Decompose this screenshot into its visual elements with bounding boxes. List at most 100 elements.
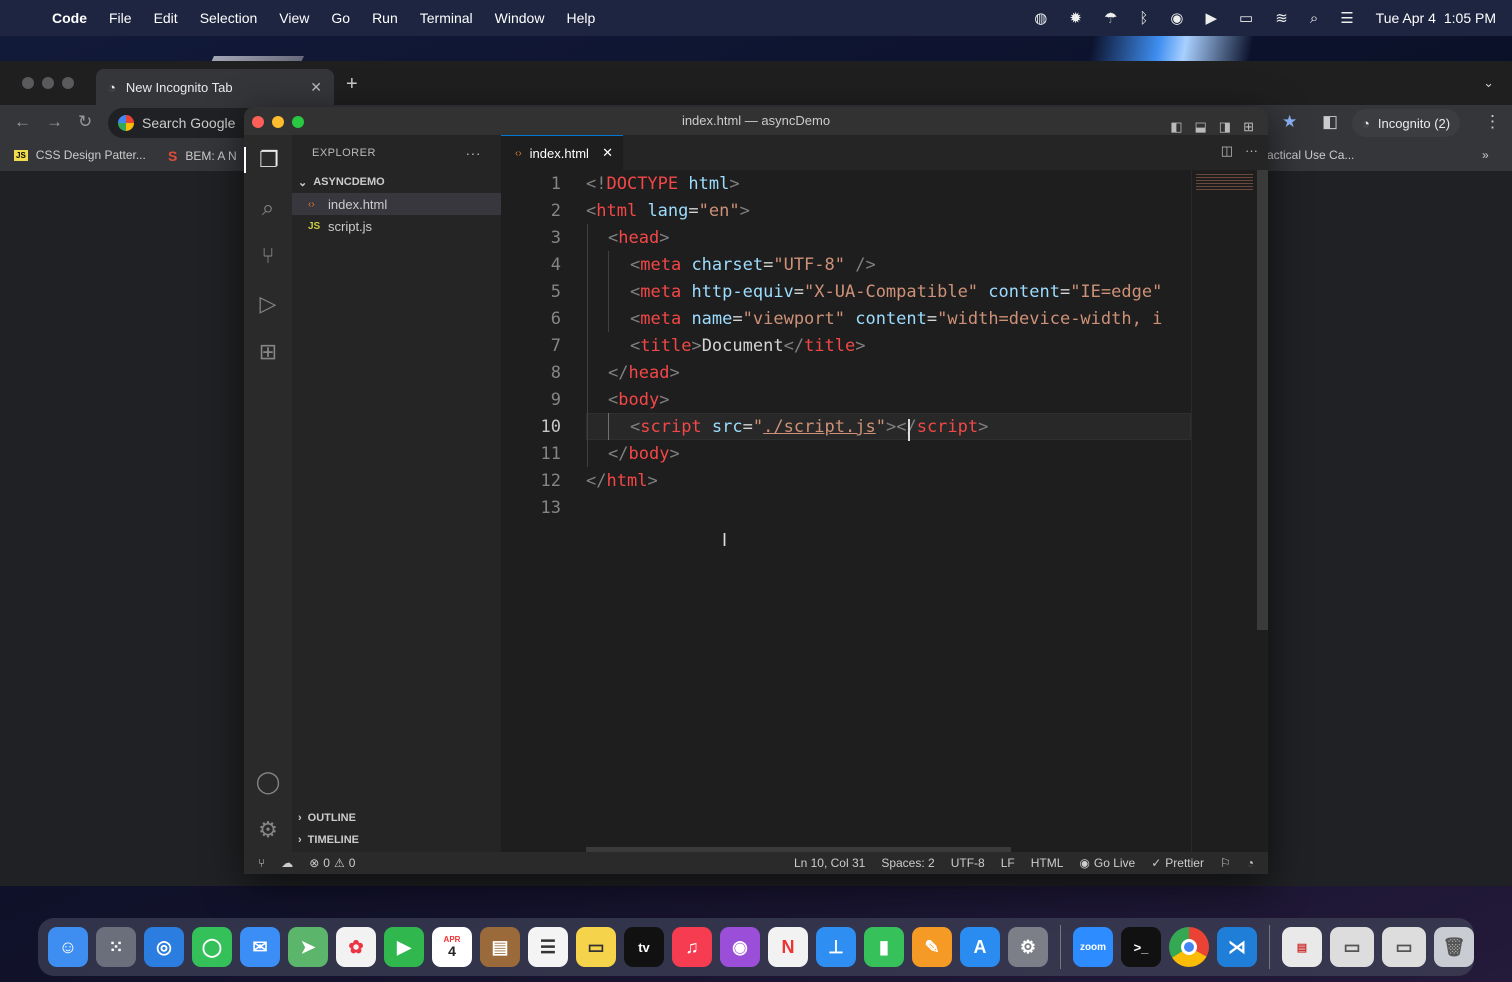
pages-icon[interactable]: ✎ <box>912 927 952 967</box>
mail-icon[interactable]: ✉ <box>240 927 280 967</box>
reload-icon[interactable]: ↻ <box>78 112 92 132</box>
editor-tab-index-html[interactable]: ‹› index.html ✕ <box>501 135 623 170</box>
menubar-date[interactable]: Tue Apr 4 <box>1376 10 1436 26</box>
chrome-app-icon[interactable] <box>1169 927 1209 967</box>
menu-selection[interactable]: Selection <box>200 10 258 26</box>
menu-window[interactable]: Window <box>495 10 545 26</box>
feedback-icon[interactable]: ⚐ <box>1220 856 1231 870</box>
minimap[interactable] <box>1191 170 1257 852</box>
screenshot-file-icon[interactable]: ▭ <box>1330 927 1374 967</box>
chrome-menu-icon[interactable]: ⋮ <box>1484 112 1501 132</box>
notes-icon[interactable]: ▭ <box>576 927 616 967</box>
bluetooth-icon[interactable]: ᛒ <box>1139 10 1148 27</box>
back-icon[interactable]: ← <box>14 112 31 132</box>
end-of-line[interactable]: LF <box>1001 856 1015 870</box>
folder-asyncdemo[interactable]: ⌄ ASYNCDEMO <box>292 171 501 193</box>
indentation[interactable]: Spaces: 2 <box>881 856 934 870</box>
vscode-close-button[interactable] <box>252 116 264 128</box>
explorer-icon[interactable]: ❐ <box>244 147 292 173</box>
bookmark-star-icon[interactable]: ★ <box>1282 112 1297 132</box>
vscode-app-icon[interactable]: ⋊ <box>1217 927 1257 967</box>
editor-more-icon[interactable]: ··· <box>1245 143 1258 159</box>
pdf-document-icon[interactable]: ▤ <box>1282 927 1322 967</box>
music-icon[interactable]: ♫ <box>672 927 712 967</box>
file-index-html[interactable]: ‹› index.html <box>292 193 501 215</box>
source-control-icon[interactable]: ⑂ <box>244 243 292 269</box>
notifications-bell-icon[interactable]: ◔ <box>1247 856 1254 870</box>
tab-close-icon[interactable]: ✕ <box>602 145 613 161</box>
menu-view[interactable]: View <box>279 10 309 26</box>
reminders-icon[interactable]: ☰ <box>528 927 568 967</box>
menu-help[interactable]: Help <box>566 10 595 26</box>
bookmarks-overflow-icon[interactable]: » <box>1482 148 1489 162</box>
incognito-profile-button[interactable]: ◔ Incognito (2) <box>1352 109 1461 137</box>
vertical-scrollbar[interactable] <box>1257 170 1268 630</box>
run-debug-icon[interactable]: ▷ <box>244 291 292 317</box>
prettier-button[interactable]: ✓ Prettier <box>1151 856 1204 870</box>
branch-icon[interactable]: ⑂ <box>258 856 265 870</box>
side-panel-icon[interactable]: ◧ <box>1322 112 1338 132</box>
system-settings-icon[interactable]: ⚙ <box>1008 927 1048 967</box>
tab-close-icon[interactable]: ✕ <box>310 79 322 96</box>
numbers-icon[interactable]: ▮ <box>864 927 904 967</box>
maps-icon[interactable]: ➤ <box>288 927 328 967</box>
vpn-icon[interactable]: ◍ <box>1034 9 1047 27</box>
trash-icon[interactable]: 🗑 <box>1434 927 1474 967</box>
outline-section[interactable]: › OUTLINE <box>292 807 501 829</box>
go-live-button[interactable]: ◉ Go Live <box>1079 856 1135 870</box>
podcasts-icon[interactable]: ◉ <box>720 927 760 967</box>
problems-indicator[interactable]: ⊗ 0 ⚠ 0 <box>309 856 355 870</box>
tab-search-chevron-icon[interactable]: ⌄ <box>1483 75 1494 91</box>
language-mode[interactable]: HTML <box>1031 856 1064 870</box>
menu-edit[interactable]: Edit <box>154 10 178 26</box>
menu-app-name[interactable]: Code <box>52 10 87 26</box>
apple-tv-icon[interactable]: tv <box>624 927 664 967</box>
play-icon[interactable]: ▶ <box>1206 9 1218 27</box>
bookmark-item[interactable]: S BEM: A N <box>168 148 237 164</box>
terminal-icon[interactable]: >_ <box>1121 927 1161 967</box>
wifi-icon[interactable]: ≋ <box>1275 9 1288 27</box>
extensions-icon[interactable]: ⊞ <box>244 339 292 365</box>
more-actions-icon[interactable]: ··· <box>466 145 482 161</box>
brightness-icon[interactable]: ✹ <box>1069 9 1082 27</box>
split-editor-icon[interactable]: ◫ <box>1221 143 1233 159</box>
calendar-icon[interactable]: APR 4 <box>432 927 472 967</box>
menubar-time[interactable]: 1:05 PM <box>1444 10 1496 26</box>
timeline-section[interactable]: › TIMELINE <box>292 829 501 851</box>
new-tab-button[interactable]: + <box>346 73 358 96</box>
control-center-icon[interactable]: ☰ <box>1340 9 1353 27</box>
search-icon[interactable]: ⌕ <box>244 195 292 221</box>
keynote-icon[interactable]: ⊥ <box>816 927 856 967</box>
umbrella-icon[interactable]: ☂ <box>1104 9 1117 27</box>
photos-icon[interactable]: ✿ <box>336 927 376 967</box>
bookmark-item[interactable]: actical Use Ca... <box>1267 148 1354 162</box>
cursor-position[interactable]: Ln 10, Col 31 <box>794 856 865 870</box>
launchpad-icon[interactable]: ⁙ <box>96 927 136 967</box>
forward-icon[interactable]: → <box>46 112 63 132</box>
menu-terminal[interactable]: Terminal <box>420 10 473 26</box>
bookmark-item[interactable]: JS CSS Design Patter... <box>14 148 146 162</box>
battery-icon[interactable]: ▭ <box>1239 9 1253 27</box>
chrome-close-button[interactable] <box>22 77 34 89</box>
chrome-zoom-button[interactable] <box>62 77 74 89</box>
menu-go[interactable]: Go <box>331 10 350 26</box>
chrome-minimize-button[interactable] <box>42 77 54 89</box>
search-icon[interactable]: ⌕ <box>1310 10 1318 27</box>
vscode-zoom-button[interactable] <box>292 116 304 128</box>
news-icon[interactable]: N <box>768 927 808 967</box>
file-script-js[interactable]: JS script.js <box>292 215 501 237</box>
chrome-tab[interactable]: ◔ New Incognito Tab ✕ <box>96 69 334 105</box>
sync-icon[interactable]: ☁ <box>281 856 293 870</box>
user-icon[interactable]: ◉ <box>1170 9 1183 27</box>
code-editor[interactable]: 1 2 3 4 5 6 7 8 9 10 11 12 13 <!DOCTYPE … <box>501 170 1191 852</box>
zoom-app-icon[interactable]: zoom <box>1073 927 1113 967</box>
facetime-icon[interactable]: ▶ <box>384 927 424 967</box>
safari-icon[interactable]: ◎ <box>144 927 184 967</box>
vscode-minimize-button[interactable] <box>272 116 284 128</box>
contacts-icon[interactable]: ▤ <box>480 927 520 967</box>
messages-icon[interactable]: ◯ <box>192 927 232 967</box>
accounts-icon[interactable]: ◯ <box>244 769 292 795</box>
settings-gear-icon[interactable]: ⚙ <box>244 817 292 843</box>
app-store-icon[interactable]: A <box>960 927 1000 967</box>
encoding[interactable]: UTF-8 <box>951 856 985 870</box>
